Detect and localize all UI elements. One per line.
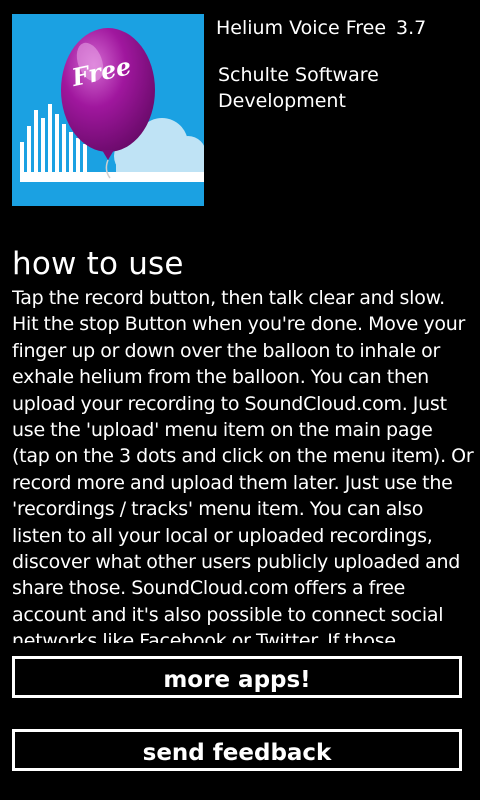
balloon-icon: Free bbox=[20, 28, 204, 182]
app-publisher: Schulte Software Development bbox=[218, 64, 379, 112]
app-name: Helium Voice Free bbox=[216, 17, 387, 39]
description-text[interactable]: Tap the record button, then talk clear a… bbox=[12, 285, 474, 643]
app-version: 3.7 bbox=[396, 17, 427, 39]
section-heading: how to use bbox=[12, 246, 184, 282]
app-title: Helium Voice Free 3.7 bbox=[216, 15, 426, 41]
more-apps-button[interactable]: more apps! bbox=[12, 656, 462, 698]
send-feedback-button[interactable]: send feedback bbox=[12, 729, 462, 771]
app-icon: Free bbox=[12, 14, 204, 206]
